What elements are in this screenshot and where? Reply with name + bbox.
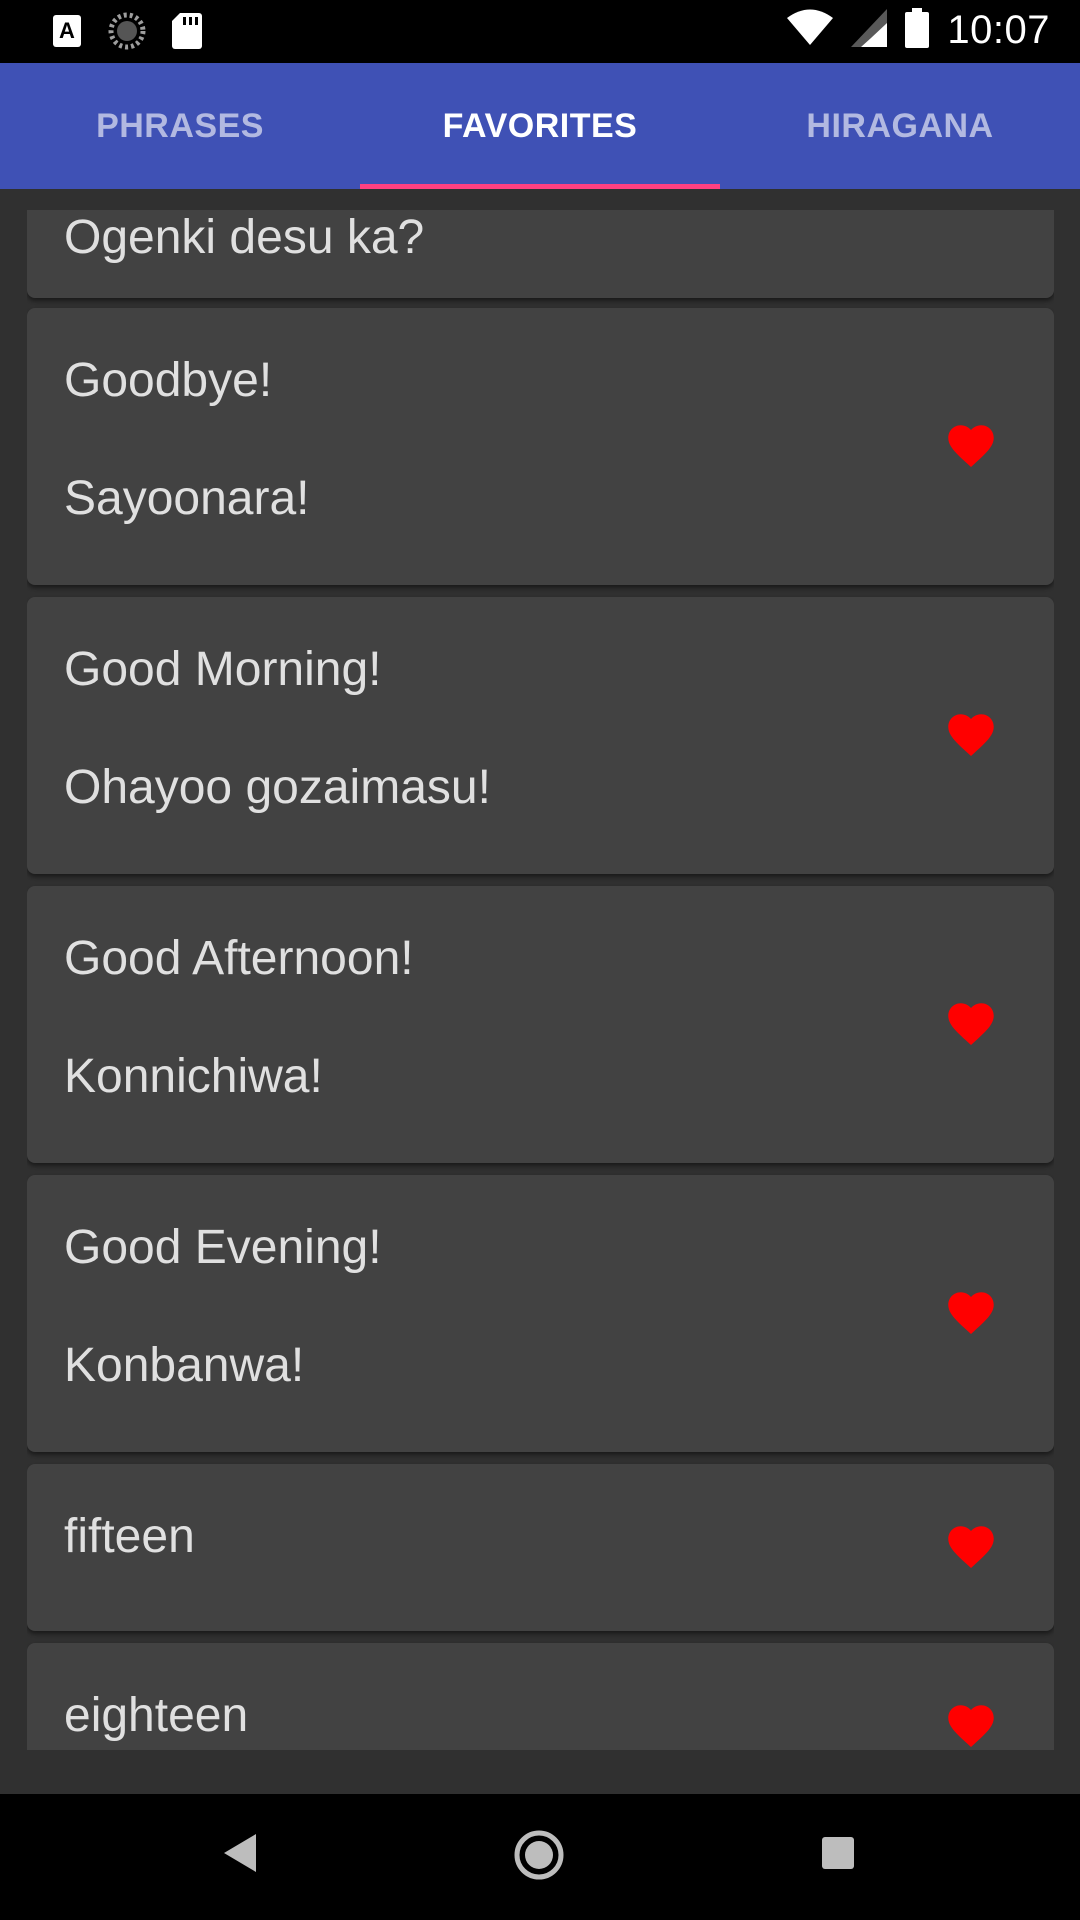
- clock: 10:07: [947, 8, 1050, 52]
- back-icon[interactable]: [222, 1832, 258, 1879]
- phrase-english: eighteen: [64, 1689, 249, 1742]
- phrase-english: fifteen: [64, 1510, 195, 1563]
- phrase-japanese: Ogenki desu ka?: [64, 211, 425, 264]
- loading-circle-icon: [108, 12, 146, 55]
- tab-phrases[interactable]: PHRASES: [0, 63, 360, 189]
- favorites-content[interactable]: Ogenki desu ka? Goodbye! Sayoonara! Good…: [0, 189, 1080, 1750]
- heart-icon[interactable]: [943, 423, 999, 473]
- signal-icon: [851, 9, 888, 52]
- list-item[interactable]: Good Morning! Ohayoo gozaimasu!: [27, 597, 1054, 874]
- phrase-japanese: Ohayoo gozaimasu!: [64, 761, 491, 814]
- list-item[interactable]: Ogenki desu ka?: [27, 210, 1054, 298]
- phrase-english: Good Evening!: [64, 1221, 382, 1274]
- phrase-japanese: Sayoonara!: [64, 472, 310, 525]
- heart-icon[interactable]: [943, 1001, 999, 1051]
- tab-bar: PHRASES FAVORITES HIRAGANA: [0, 63, 1080, 189]
- heart-icon[interactable]: [943, 1524, 999, 1574]
- list-item[interactable]: Goodbye! Sayoonara!: [27, 308, 1054, 585]
- heart-icon[interactable]: [943, 1290, 999, 1340]
- recents-icon[interactable]: [821, 1836, 855, 1875]
- font-a-icon: A: [52, 14, 82, 53]
- phrase-english: Good Afternoon!: [64, 932, 414, 985]
- svg-text:A: A: [59, 18, 75, 43]
- list-item[interactable]: eighteen: [27, 1643, 1054, 1750]
- phrase-japanese: Konnichiwa!: [64, 1050, 323, 1103]
- navigation-bar: [0, 1794, 1080, 1920]
- list-item[interactable]: Good Evening! Konbanwa!: [27, 1175, 1054, 1452]
- wifi-icon: [787, 9, 834, 52]
- sd-card-icon: [172, 13, 202, 54]
- list-item[interactable]: Good Afternoon! Konnichiwa!: [27, 886, 1054, 1163]
- battery-icon: [905, 8, 930, 53]
- tab-favorites[interactable]: FAVORITES: [360, 63, 720, 189]
- status-bar: A 10:07: [0, 0, 1080, 63]
- phrase-english: Goodbye!: [64, 354, 273, 407]
- favorites-list[interactable]: Ogenki desu ka? Goodbye! Sayoonara! Good…: [27, 210, 1054, 1750]
- heart-icon[interactable]: [943, 712, 999, 762]
- tab-hiragana[interactable]: HIRAGANA: [720, 63, 1080, 189]
- list-item[interactable]: fifteen: [27, 1464, 1054, 1631]
- phrase-japanese: Konbanwa!: [64, 1339, 305, 1392]
- phrase-english: Good Morning!: [64, 643, 382, 696]
- home-icon[interactable]: [513, 1829, 565, 1886]
- heart-icon[interactable]: [943, 1703, 999, 1750]
